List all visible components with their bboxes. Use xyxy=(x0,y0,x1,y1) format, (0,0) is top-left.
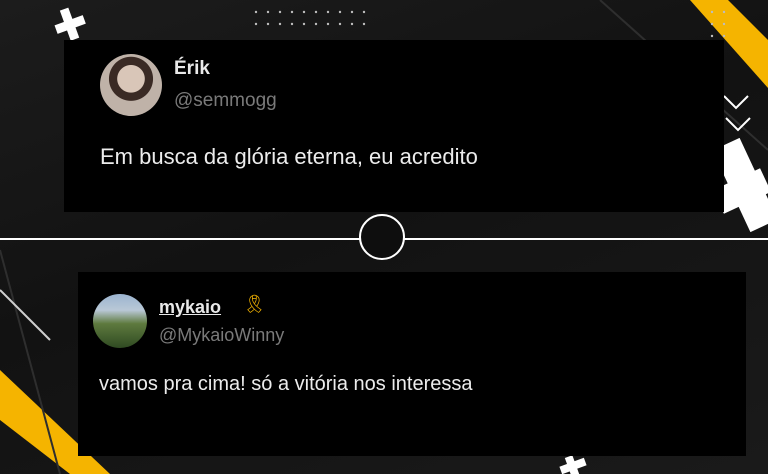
tweet-card: mykaio 🎗 @MykaioWinny vamos pra cima! só… xyxy=(78,272,746,456)
tweet-text: Em busca da glória eterna, eu acredito xyxy=(100,144,478,169)
chevron-decoration xyxy=(723,95,749,110)
dot-grid-top xyxy=(254,10,366,26)
plus-shape-bottom xyxy=(559,455,587,474)
screenshot-canvas: Érik @semmogg Em busca da glória eterna,… xyxy=(0,0,768,474)
author-handle[interactable]: @MykaioWinny xyxy=(159,325,284,346)
plus-shape-top-left xyxy=(54,7,86,41)
author-name[interactable]: mykaio xyxy=(159,297,221,318)
tweet-text: vamos pra cima! só a vitória nos interes… xyxy=(99,373,473,395)
avatar[interactable] xyxy=(100,54,162,116)
avatar[interactable] xyxy=(93,294,147,348)
author-handle[interactable]: @semmogg xyxy=(174,90,277,112)
ribbon-icon: 🎗 xyxy=(243,294,266,314)
tweet-card: Érik @semmogg Em busca da glória eterna,… xyxy=(64,40,724,212)
author-name[interactable]: Érik xyxy=(174,58,210,80)
diagonal-line xyxy=(0,289,51,341)
divider-circle xyxy=(359,214,405,260)
